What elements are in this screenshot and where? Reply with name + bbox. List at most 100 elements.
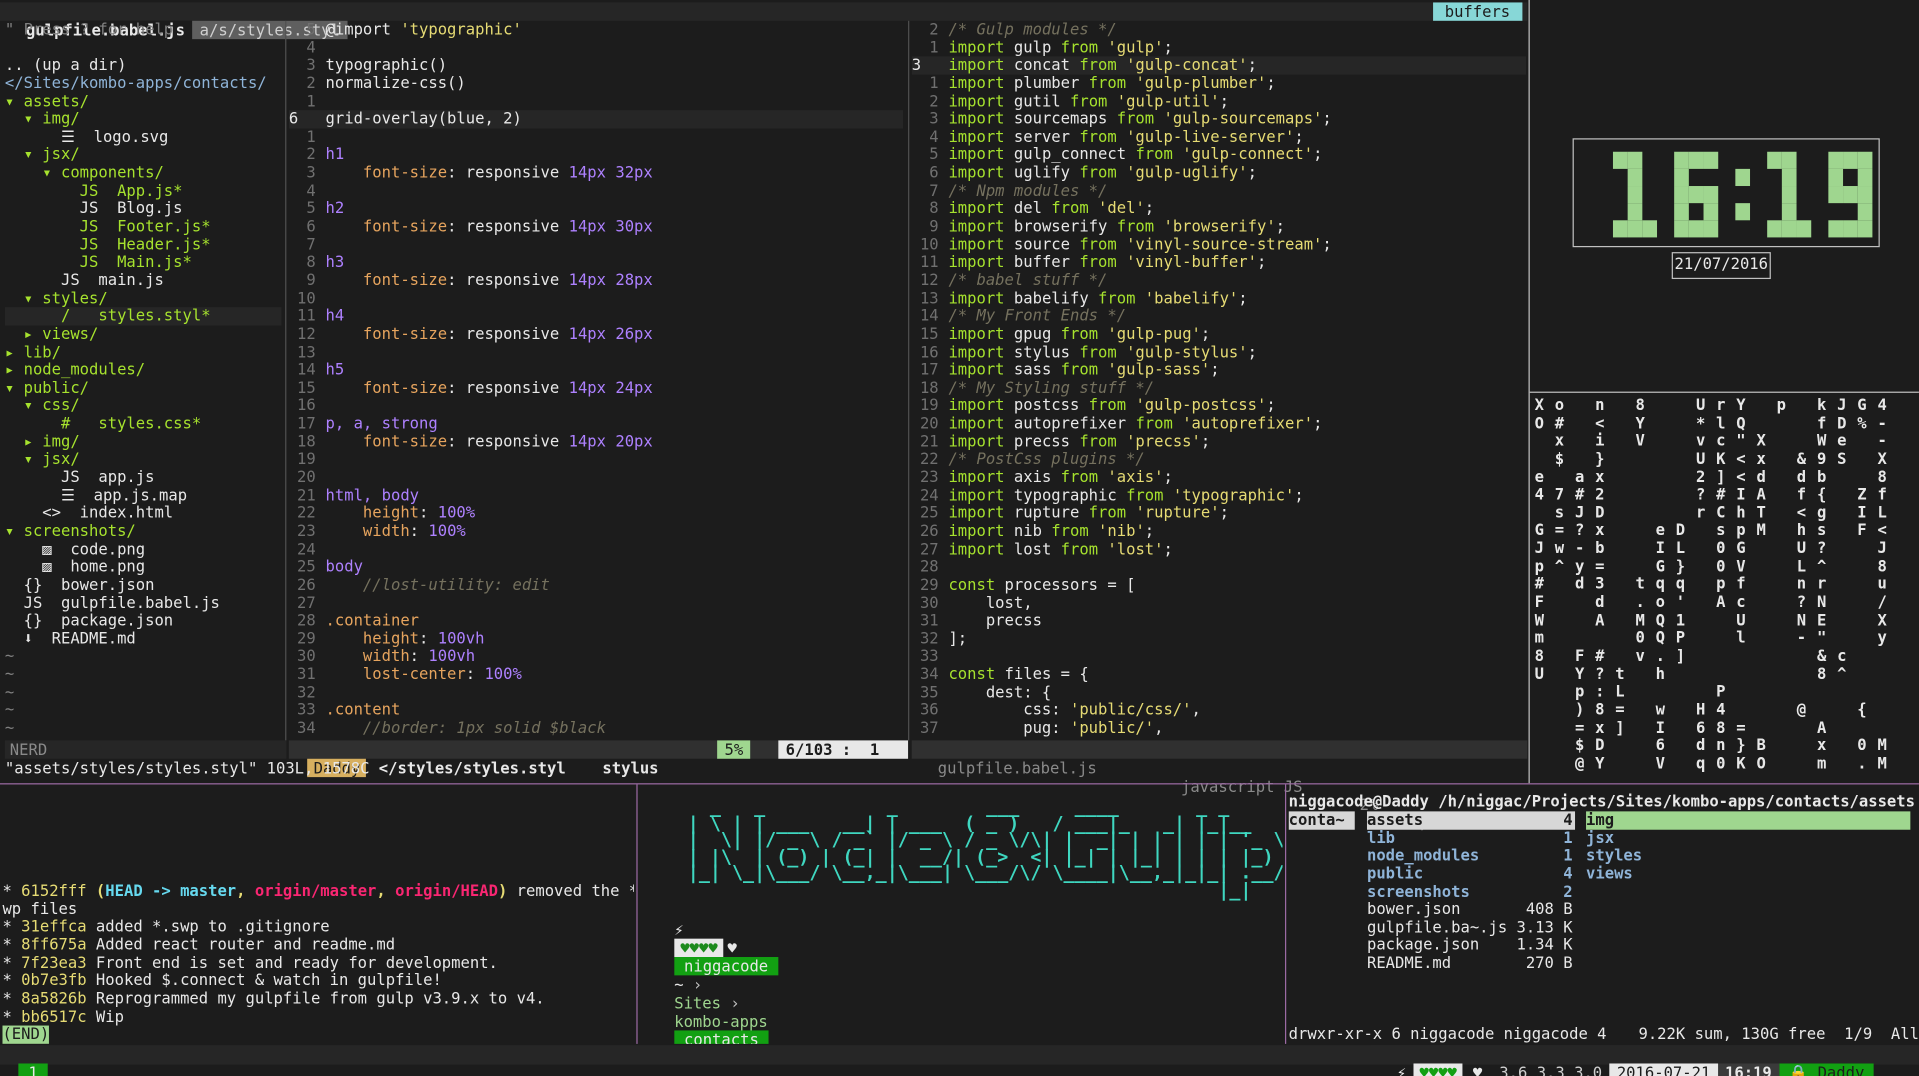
tree-item[interactable]: {} package.json [5, 612, 282, 630]
code-token: 'gulp-connect' [1182, 146, 1314, 164]
ranger-item[interactable]: package.json 1.34 K [1367, 937, 1575, 955]
matrix-row: p : L P [1534, 683, 1888, 701]
tree-item[interactable]: / styles.styl* [4, 307, 282, 326]
tree-item[interactable]: JS Main.js* [5, 254, 282, 272]
shell-prompt[interactable]: ⚡ ♥♥♥♥ ♥ niggacode ~ › Sites › kombo-apps… [646, 902, 1282, 1044]
code-token: import [948, 128, 1005, 146]
code-token: height [325, 504, 420, 522]
git-line [2, 829, 633, 847]
code-token: from [1116, 110, 1164, 128]
tree-item[interactable] [5, 39, 282, 57]
ranger-item[interactable]: assets 4 [1366, 811, 1576, 830]
code-token: 'typographic' [1172, 486, 1295, 504]
ranger-preview-item[interactable]: styles [1586, 847, 1910, 865]
tree-item[interactable]: JS gulpfile.babel.js [5, 594, 282, 612]
code-token: from [1060, 361, 1108, 379]
ranger-item[interactable]: README.md 270 B [1367, 955, 1575, 973]
tree-item[interactable]: .. (up a dir) [5, 57, 282, 75]
tree-item[interactable]: ▾ css/ [5, 397, 282, 415]
code-line: 32]; [912, 630, 1526, 648]
tree-item[interactable]: ▾ public/ [5, 379, 282, 397]
tree-item[interactable]: JS Footer.js* [5, 218, 282, 236]
tree-item[interactable]: ▾ assets/ [5, 92, 282, 110]
tree-item[interactable]: ▸ node_modules/ [5, 361, 282, 379]
code-line: 13 import babelify from 'babelify'; [912, 290, 1526, 308]
tree-item[interactable]: ▾ jsx/ [5, 146, 282, 164]
line-number: 25 [919, 504, 939, 522]
ranger-item[interactable]: node_modules 1 [1367, 847, 1575, 865]
tree-item[interactable]: ▸ views/ [5, 325, 282, 343]
shell-pane[interactable]: _ _ _ ___ ____ _ _ | \ | | ___ __| | ___… [639, 793, 1283, 1044]
tree-item[interactable]: JS main.js [5, 272, 282, 290]
tree-item[interactable]: ▾ styles/ [5, 290, 282, 308]
code-token: 14px 26px [568, 325, 653, 343]
git-log[interactable]: * 6152fff (HEAD -> master, origin/master… [2, 793, 634, 1044]
ranger-item[interactable]: screenshots 2 [1367, 883, 1575, 901]
matrix-row: U Y ? t h 8 ^ [1534, 665, 1888, 683]
code-line: 1 [289, 128, 903, 146]
tree-item[interactable]: ~ [5, 666, 282, 684]
code-token: gpug [1004, 325, 1061, 343]
code-token: ; [1219, 92, 1229, 110]
ranger-item-size: 4 [1563, 865, 1573, 883]
ranger-item[interactable]: gulpfile.ba~.js 3.13 K [1367, 919, 1575, 937]
tree-item[interactable]: ~ [5, 648, 282, 666]
code-line: 10 [289, 290, 903, 308]
tree-item[interactable]: JS app.js [5, 469, 282, 487]
ranger-item[interactable]: lib 1 [1367, 829, 1575, 847]
tree-item[interactable]: # styles.css* [5, 415, 282, 433]
code-token: .content [325, 701, 401, 719]
tree-item[interactable]: ▾ screenshots/ [5, 522, 282, 540]
code-token: ; [1247, 56, 1257, 74]
ranger-parent[interactable]: conta~ [1288, 811, 1355, 830]
code-token: del [1004, 199, 1052, 218]
tree-item[interactable]: ☰ logo.svg [5, 128, 282, 146]
tree-item[interactable]: ▸ lib/ [5, 343, 282, 361]
nerd-tree[interactable]: " Press ? for help .. (up a dir) </Sites/… [4, 21, 282, 743]
ranger-preview-item[interactable]: views [1586, 865, 1910, 883]
tree-item[interactable]: ~ [5, 702, 282, 720]
ranger-item[interactable]: public 4 [1367, 865, 1575, 883]
tree-item[interactable]: ▾ components/ [5, 164, 282, 182]
clock-pixel [1767, 151, 1782, 169]
line-number: 18 [297, 432, 316, 451]
line-number: 35 [919, 683, 939, 701]
code-token: const [948, 576, 996, 594]
code-token: 14px 30px [568, 217, 653, 236]
tree-item[interactable]: </Sites/kombo-apps/contacts/ [5, 75, 282, 93]
tree-item[interactable]: ▾ jsx/ [5, 451, 282, 469]
tree-item[interactable]: <> index.html [5, 505, 282, 523]
code-token: from [1079, 343, 1127, 361]
ranger-pane[interactable]: niggacode@Daddy /h/niggac/Projects/Sites… [1288, 793, 1919, 1044]
ranger-preview-item[interactable]: img [1586, 811, 1911, 830]
code-token: from [1135, 146, 1183, 164]
clock-pixel [1674, 168, 1689, 187]
line-number: 6 [929, 164, 939, 182]
ranger-item[interactable]: bower.json 408 B [1367, 901, 1575, 919]
code-line: 3 font-size: responsive 14px 32px [289, 164, 903, 182]
clock-pixel [1843, 151, 1858, 169]
tree-item[interactable]: {} bower.json [5, 576, 282, 594]
code-token: 'vinyl-source-stream' [1126, 235, 1323, 253]
gulp-editor[interactable]: 2 /* Gulp modules */ 1 import gulp from 'gu… [911, 21, 1527, 743]
tree-item[interactable]: ☰ app.js.map [5, 487, 282, 505]
tree-item[interactable]: ▾ img/ [5, 110, 282, 128]
code-token: from [1079, 253, 1127, 271]
tree-item[interactable]: JS Header.js* [5, 236, 282, 254]
tree-item[interactable]: JS Blog.js [5, 200, 282, 218]
code-line: 24 import typographic from 'typographic'; [912, 487, 1526, 505]
tree-item[interactable]: JS App.js* [5, 182, 282, 200]
styl-editor[interactable]: 5 @import 'typographic' 4 3 typographic() 2 no… [288, 21, 904, 743]
code-token: grid-overlay(blue, 2) [325, 110, 522, 128]
tree-item[interactable]: ▸ img/ [5, 433, 282, 451]
ranger-preview-item[interactable]: jsx [1586, 829, 1910, 847]
code-token: typographic [1004, 486, 1127, 504]
code-token: nib [1004, 522, 1052, 540]
tree-item[interactable]: ▨ home.png [5, 558, 282, 576]
code-token: 100vh [437, 629, 485, 648]
tree-item[interactable]: ⬇ README.md [5, 630, 282, 648]
tree-item[interactable]: ~ [5, 720, 282, 738]
tree-item[interactable]: ~ [5, 684, 282, 702]
tree-item[interactable]: ▨ code.png [5, 540, 282, 558]
git-token: ( [95, 882, 106, 900]
